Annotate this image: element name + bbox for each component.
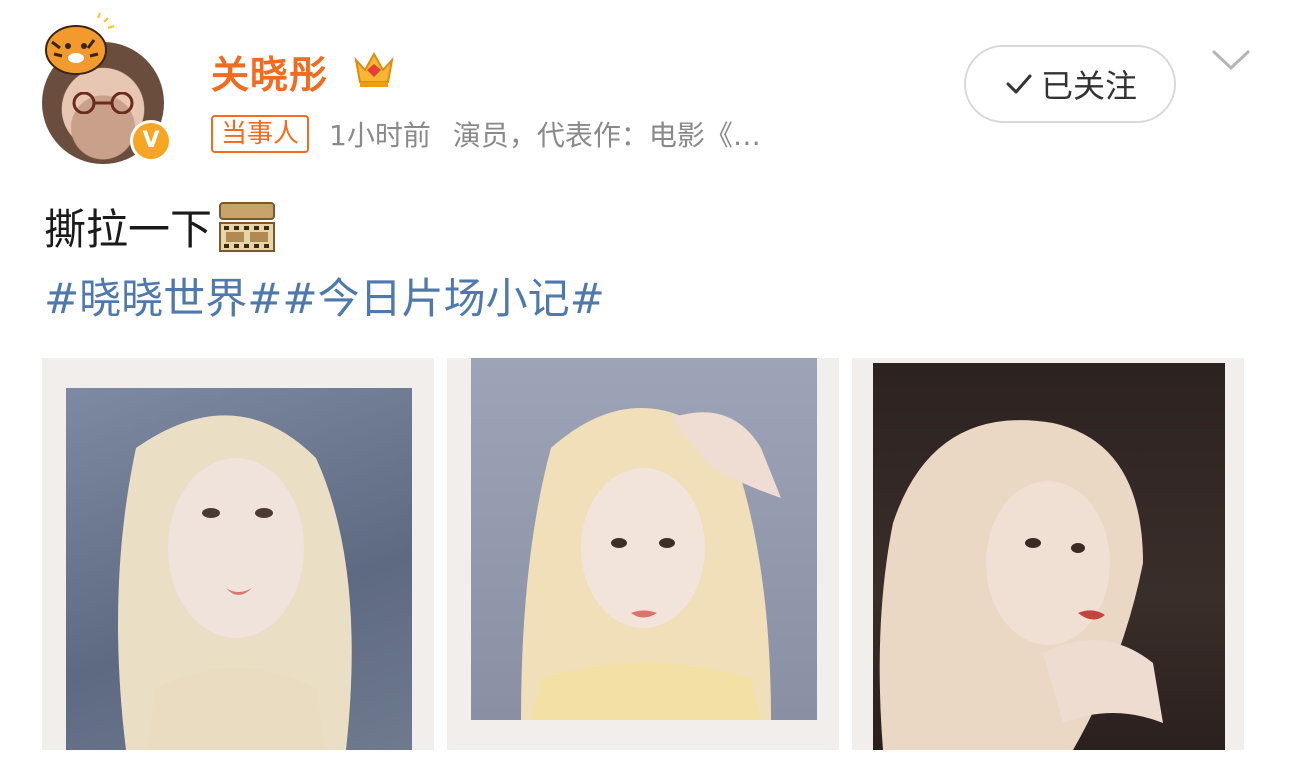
- portrait-graphic: [879, 420, 1163, 750]
- tiger-sticker-icon: [45, 12, 115, 75]
- crown-icon[interactable]: [351, 46, 397, 92]
- hashtag-link[interactable]: #晓晓世界#: [44, 265, 282, 326]
- user-description: 演员，代表作：电影《…: [452, 119, 761, 152]
- post-image-3[interactable]: [852, 358, 1244, 750]
- post-image-2[interactable]: [447, 358, 839, 750]
- post-text-content: 撕拉一下: [44, 205, 213, 254]
- hashtag-link[interactable]: #今日片场小记#: [282, 265, 604, 326]
- hashtag-list: #晓晓世界# #今日片场小记#: [44, 265, 605, 326]
- follow-label: 已关注: [1040, 67, 1137, 105]
- party-badge: 当事人: [211, 115, 310, 153]
- post-image-1[interactable]: [42, 358, 434, 750]
- portrait-graphic: [521, 408, 781, 720]
- check-icon: [1006, 74, 1032, 94]
- photo-frame: [471, 358, 817, 720]
- glasses-graphic: [72, 92, 134, 114]
- chevron-down-icon[interactable]: [1210, 44, 1252, 76]
- portrait-graphic: [118, 415, 352, 750]
- photo-frame: [873, 363, 1225, 750]
- user-name[interactable]: 关晓彤: [211, 44, 328, 99]
- avatar-container[interactable]: V: [38, 12, 178, 164]
- post-meta: 当事人 1小时前 演员，代表作：电影《…: [211, 114, 761, 154]
- post-text: 撕拉一下: [44, 196, 280, 257]
- photo-frame: [66, 388, 412, 750]
- follow-button[interactable]: 已关注: [964, 45, 1176, 123]
- film-icon: [219, 201, 276, 252]
- post-time: 1小时前: [329, 119, 431, 152]
- verified-v-icon: V: [130, 120, 172, 162]
